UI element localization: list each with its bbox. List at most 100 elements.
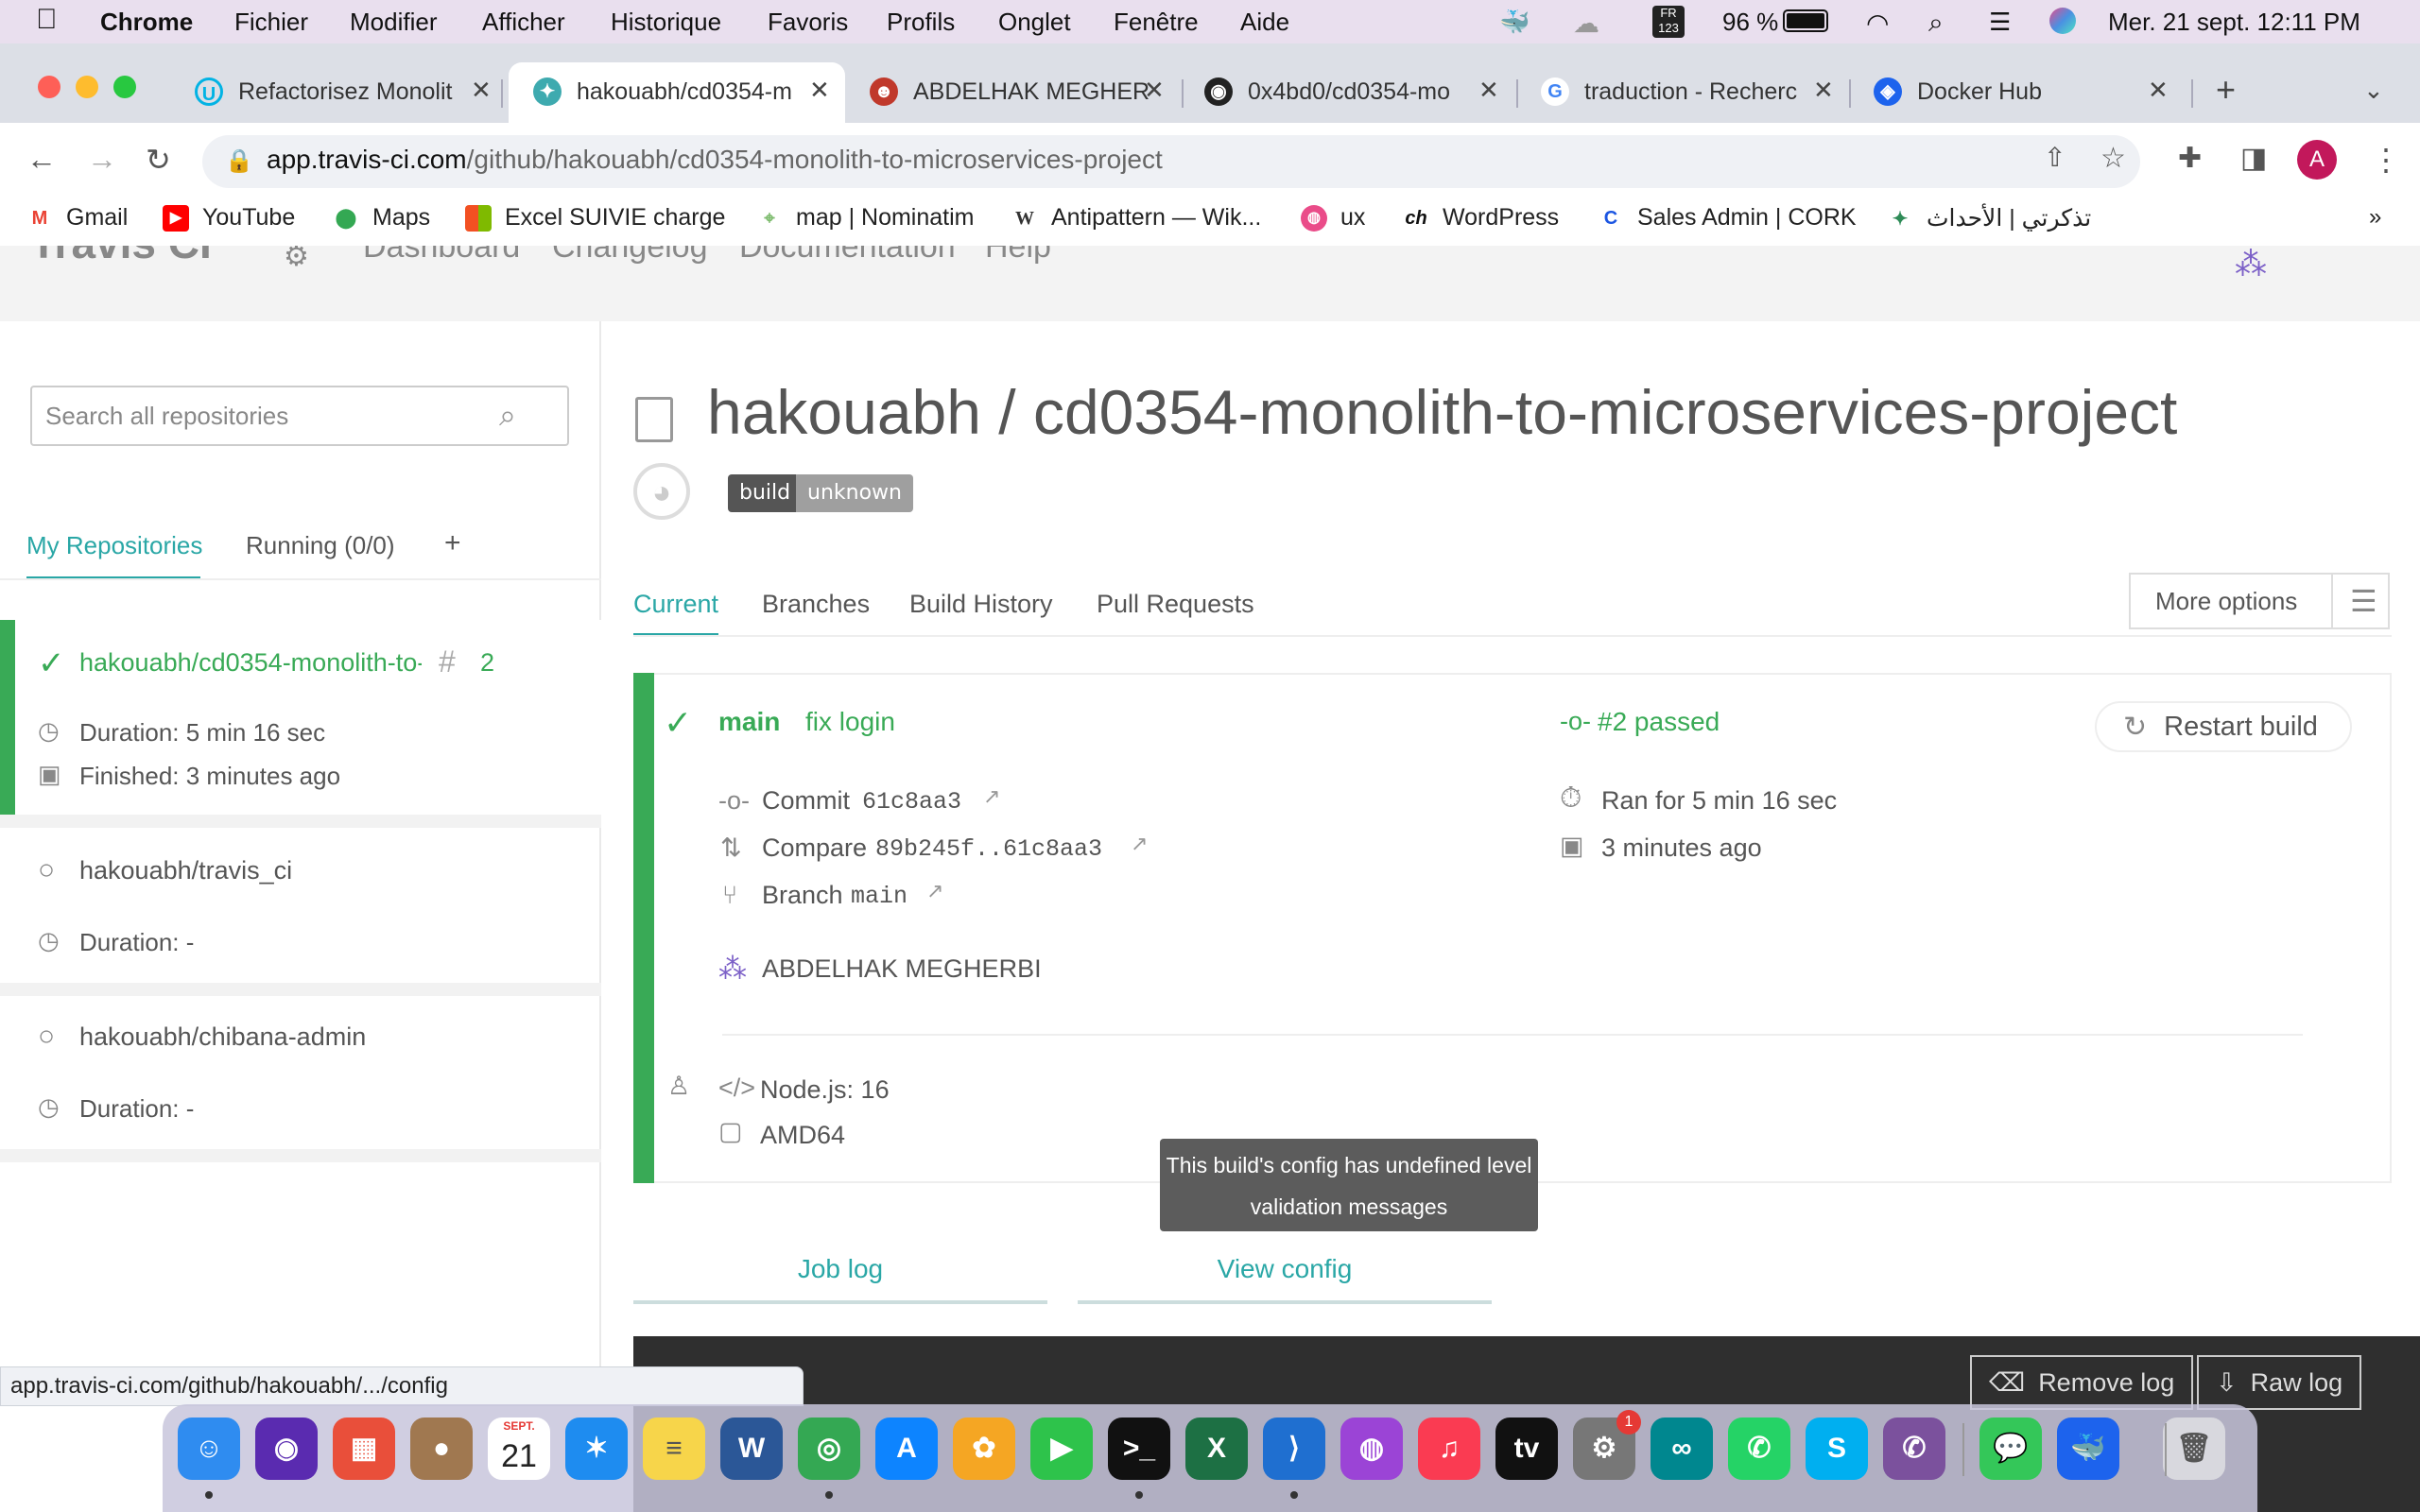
bookmark-gmail[interactable]: M Gmail xyxy=(26,204,129,232)
remove-log-button[interactable]: ⌫ Remove log xyxy=(1970,1355,2194,1410)
search-repositories-field[interactable]: ⌕ xyxy=(30,386,569,446)
new-tab-button[interactable]: + xyxy=(2216,70,2236,110)
spotlight-search-icon[interactable]: ⌕ xyxy=(1928,8,1944,39)
more-options-button[interactable]: More options ☰ xyxy=(2129,573,2390,629)
dock-launchpad[interactable]: ▦ xyxy=(333,1418,395,1480)
window-zoom-button[interactable] xyxy=(113,76,136,98)
tab-refactorisez[interactable]: U Refactorisez Monolit xyxy=(195,68,478,119)
nav-help[interactable]: Help xyxy=(985,246,1051,266)
bookmark-excel-suivie[interactable]: Excel SUIVIE charge xyxy=(465,204,725,232)
build-number[interactable]: 2 xyxy=(480,648,494,678)
bookmark-wordpress[interactable]: ch WordPress xyxy=(1403,204,1559,232)
raw-log-button[interactable]: ⇩ Raw log xyxy=(2197,1355,2362,1410)
dock-vs-code[interactable]: ⟩ xyxy=(1263,1418,1325,1480)
tab-close-icon[interactable]: ✕ xyxy=(471,76,492,105)
window-close-button[interactable] xyxy=(38,76,60,98)
bookmark-antipattern-wiki[interactable]: W Antipattern — Wik... xyxy=(1011,204,1261,232)
apple-menu-icon[interactable]:  xyxy=(36,4,58,36)
lock-icon[interactable]: 🔒 xyxy=(225,147,253,175)
extensions-puzzle-icon[interactable]: ✚ xyxy=(2178,142,2202,175)
github-icon[interactable]: ◕ xyxy=(633,463,690,520)
build-badge-label[interactable]: build xyxy=(728,474,803,512)
tab-my-repositories[interactable]: My Repositories xyxy=(26,531,202,560)
dock-viber[interactable]: ✆ xyxy=(1883,1418,1945,1480)
bookmark-tadkirati[interactable]: ✦ تذكرتي | الأحداث xyxy=(1887,204,2092,232)
window-minimize-button[interactable] xyxy=(76,76,98,98)
more-bookmarks-chevron-icon[interactable]: » xyxy=(2369,204,2381,231)
search-icon[interactable]: ⌕ xyxy=(499,398,516,434)
input-source-icon[interactable]: FR 123 xyxy=(1652,6,1685,38)
profile-avatar[interactable]: A xyxy=(2297,140,2337,180)
nav-documentation[interactable]: Documentation xyxy=(739,246,956,266)
bookmark-youtube[interactable]: ▶ YouTube xyxy=(163,204,295,232)
tab-branches[interactable]: Branches xyxy=(762,590,870,619)
dock-whatsapp[interactable]: ✆ xyxy=(1728,1418,1790,1480)
search-input[interactable] xyxy=(45,388,499,443)
dock-photos[interactable]: ✿ xyxy=(953,1418,1015,1480)
tab-close-icon[interactable]: ✕ xyxy=(809,76,830,105)
dock-docker[interactable]: 🐳 xyxy=(2057,1418,2119,1480)
repo-link[interactable]: hakouabh/travis_ci xyxy=(79,856,292,885)
menu-onglet[interactable]: Onglet xyxy=(998,8,1071,37)
dock-calendar[interactable]: SEPT. 21 xyxy=(488,1418,550,1480)
user-avatar-icon[interactable]: ⁂ xyxy=(2235,246,2267,284)
tab-travis-repo[interactable]: ✦ hakouabh/cd0354-m xyxy=(533,68,807,119)
back-arrow-icon[interactable]: ← xyxy=(26,142,57,177)
commit-sha[interactable]: 61c8aa3 xyxy=(862,788,961,816)
forward-arrow-icon[interactable]: → xyxy=(87,142,117,177)
build-branch[interactable]: main xyxy=(718,707,780,737)
menu-aide[interactable]: Aide xyxy=(1240,8,1289,37)
tab-build-history[interactable]: Build History xyxy=(909,590,1053,619)
dock-finder[interactable]: ☺ xyxy=(178,1418,240,1480)
dock-skype[interactable]: S xyxy=(1806,1418,1868,1480)
dock-music[interactable]: ♫ xyxy=(1418,1418,1480,1480)
menu-favoris[interactable]: Favoris xyxy=(768,8,848,37)
repo-link[interactable]: hakouabh/cd0354-monolith-to- xyxy=(79,648,422,678)
tab-close-icon[interactable]: ✕ xyxy=(1478,76,1499,105)
tab-close-icon[interactable]: ✕ xyxy=(1813,76,1834,105)
menu-fichier[interactable]: Fichier xyxy=(234,8,308,37)
bookmark-sales-admin-cork[interactable]: C Sales Admin | CORK xyxy=(1598,204,1857,232)
bookmark-maps[interactable]: ⬤ Maps xyxy=(333,204,430,232)
build-number-status[interactable]: #2 passed xyxy=(1598,707,1720,737)
tab-current[interactable]: Current xyxy=(633,590,718,619)
share-icon[interactable]: ⇧ xyxy=(2044,142,2066,173)
add-repository-button[interactable]: + xyxy=(444,527,461,559)
bookmark-ux[interactable]: ◍ ux xyxy=(1301,204,1365,232)
tab-google-traduction[interactable]: Gtraduction - Recherc xyxy=(1541,68,1815,119)
tab-running[interactable]: Running (0/0) xyxy=(246,531,395,560)
dock-chrome[interactable]: ◎ xyxy=(798,1418,860,1480)
menu-fenetre[interactable]: Fenêtre xyxy=(1114,8,1199,37)
chrome-menu-icon[interactable]: ⋮ xyxy=(2371,142,2401,178)
commit-message[interactable]: fix login xyxy=(805,707,895,737)
tab-search-chevron-icon[interactable]: ⌄ xyxy=(2363,76,2384,105)
menu-modifier[interactable]: Modifier xyxy=(350,8,437,37)
dock-app-store[interactable]: A xyxy=(875,1418,938,1480)
cloud-icon[interactable]: ☁ xyxy=(1573,8,1599,39)
siri-menu-icon[interactable] xyxy=(2049,8,2076,34)
dock-trash[interactable]: 🗑 xyxy=(2163,1418,2225,1480)
nav-dashboard[interactable]: Dashboard xyxy=(363,246,520,266)
dock-word[interactable]: W xyxy=(720,1418,783,1480)
dock-notes[interactable]: ≡ xyxy=(643,1418,705,1480)
menu-afficher[interactable]: Afficher xyxy=(482,8,565,37)
bookmark-star-icon[interactable]: ☆ xyxy=(2100,142,2126,175)
travis-logo[interactable]: Travis CI xyxy=(30,246,212,268)
dock-apple-tv[interactable]: tv xyxy=(1495,1418,1558,1480)
tab-github-fork[interactable]: ◉ 0x4bd0/cd0354-mo xyxy=(1204,68,1478,119)
compare-range[interactable]: 89b245f..61c8aa3 xyxy=(875,835,1102,863)
dock-messages[interactable]: 💬 xyxy=(1979,1418,2042,1480)
restart-build-button[interactable]: ↻ Restart build xyxy=(2095,701,2352,752)
menu-profils[interactable]: Profils xyxy=(887,8,955,37)
tab-job-log[interactable]: Job log xyxy=(633,1246,1047,1304)
side-panel-icon[interactable]: ◨ xyxy=(2240,142,2267,175)
tab-abdelhak[interactable]: ☻ ABDELHAK MEGHER xyxy=(870,68,1172,119)
tab-close-icon[interactable]: ✕ xyxy=(2148,76,2169,105)
dock-arduino[interactable]: ∞ xyxy=(1651,1418,1713,1480)
branch-value[interactable]: main xyxy=(851,883,908,910)
url-text[interactable]: app.travis-ci.com/github/hakouabh/cd0354… xyxy=(267,145,1163,175)
nav-changelog[interactable]: Changelog xyxy=(552,246,707,266)
wifi-icon[interactable]: ◠ xyxy=(1866,8,1889,39)
dock-podcasts[interactable]: ◍ xyxy=(1340,1418,1403,1480)
reload-icon[interactable]: ↻ xyxy=(146,142,171,178)
